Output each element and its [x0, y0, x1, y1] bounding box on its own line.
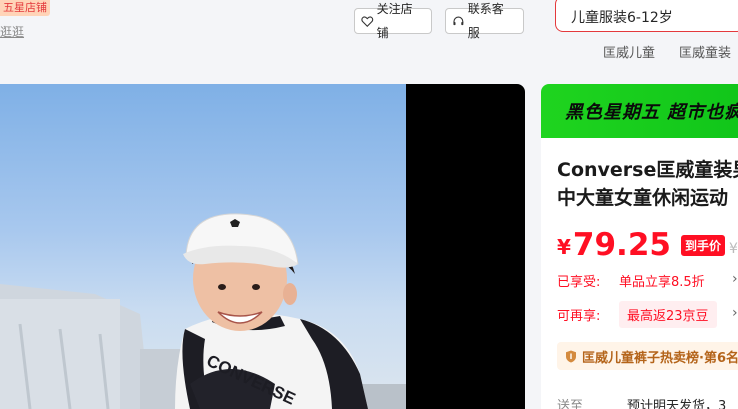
product-info-panel: 黑色星期五 超市也疯 Converse匡威童装男 中大童女童休闲运动 ¥ 79.…: [541, 84, 738, 409]
product-photo: CONVERSE: [0, 84, 406, 409]
contact-service-label: 联系客服: [467, 2, 504, 40]
contact-service-button[interactable]: 联系客服: [445, 2, 524, 40]
product-price: 79.25: [572, 227, 671, 263]
follow-store-button[interactable]: 关注店铺: [354, 2, 432, 40]
jingdou-rebate-badge: 最高返23京豆: [619, 301, 717, 328]
delivery-estimate: 预计明天发货，3: [627, 399, 727, 409]
product-image-gallery[interactable]: CONVERSE: [0, 84, 525, 409]
product-title: Converse匡威童装男 中大童女童休闲运动: [557, 156, 738, 212]
follow-store-label: 关注店铺: [376, 2, 413, 40]
enjoyed-label: 已享受:: [557, 275, 601, 290]
promo-text: 黑色星期五 超市也疯: [565, 102, 738, 123]
currency-symbol: ¥: [557, 235, 571, 259]
rank-text: 匡威儿童裤子热卖榜·第6名: [582, 350, 738, 366]
extra-label: 可再享:: [557, 309, 601, 324]
shield-icon: [566, 350, 576, 362]
original-price: ¥: [729, 241, 738, 257]
hot-link[interactable]: 匡威童装: [679, 42, 731, 61]
ship-to-label[interactable]: 送至: [557, 395, 583, 409]
stroll-link[interactable]: 逛逛: [0, 23, 24, 40]
product-photo-illustration: CONVERSE: [0, 213, 406, 409]
product-title-line: 中大童女童休闲运动: [557, 187, 729, 209]
price-row: ¥ 79.25 到手价 ¥: [557, 228, 738, 262]
heart-icon: [361, 15, 374, 27]
chevron-right-icon[interactable]: ›: [732, 305, 738, 321]
product-title-line: Converse匡威童装男: [557, 159, 738, 181]
enjoyed-discount-row[interactable]: 已享受: 单品立享8.5折: [557, 271, 705, 290]
shop-header: 五星店铺 逛逛 关注店铺 联系客服 儿童服装6-12岁 匡威儿童 匡威童装: [0, 0, 738, 72]
discount-value: 单品立享8.5折: [619, 275, 705, 290]
store-rating-badge: 五星店铺: [0, 0, 50, 16]
shipping-row: 送至 预计明天发货，3: [557, 395, 726, 409]
bestseller-rank-bar[interactable]: 匡威儿童裤子热卖榜·第6名: [557, 342, 738, 370]
headset-icon: [453, 16, 464, 25]
chevron-right-icon[interactable]: ›: [732, 271, 738, 287]
promo-banner[interactable]: 黑色星期五 超市也疯: [541, 84, 738, 138]
final-price-tag: 到手价: [680, 235, 725, 256]
hot-link[interactable]: 匡威儿童: [603, 42, 655, 61]
hot-search-links: 匡威儿童 匡威童装: [603, 42, 731, 61]
extra-benefit-row[interactable]: 可再享: 最高返23京豆: [557, 301, 717, 328]
search-input[interactable]: 儿童服装6-12岁: [555, 0, 738, 32]
